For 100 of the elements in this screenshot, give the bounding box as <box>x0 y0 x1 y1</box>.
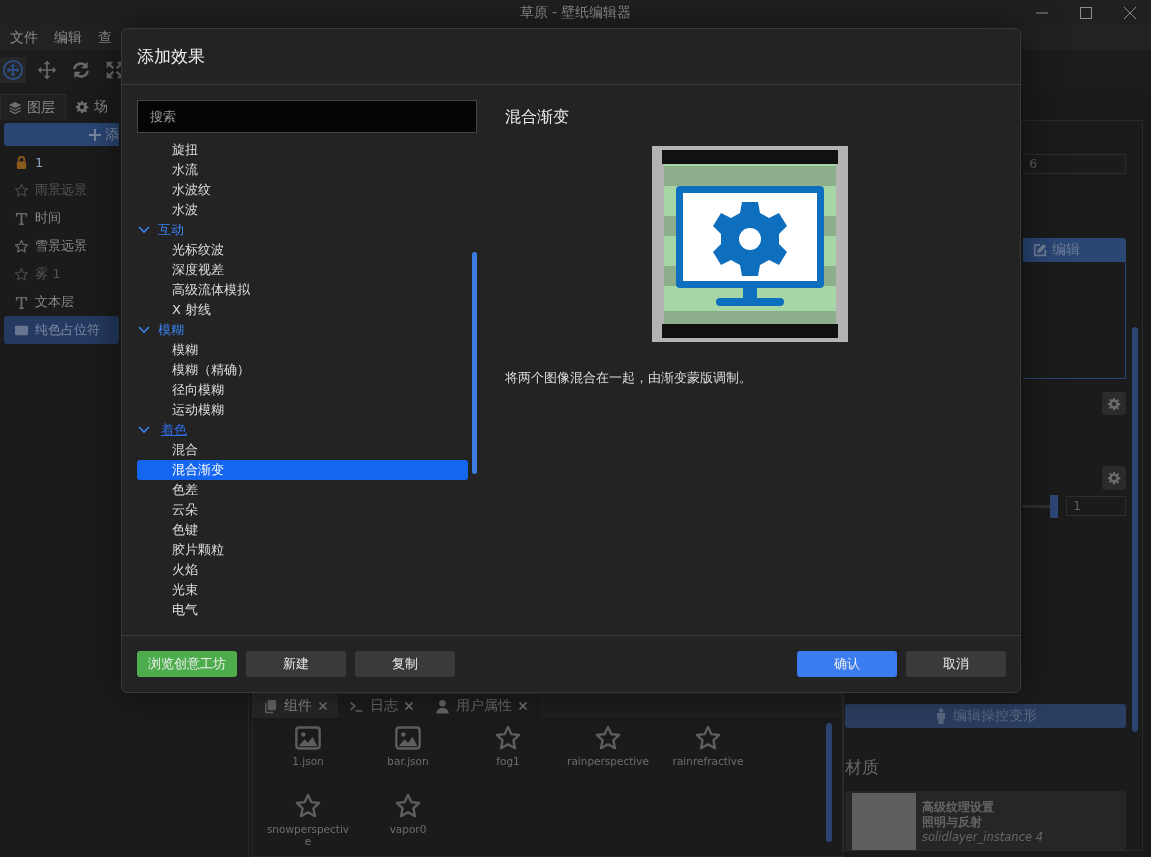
menu-item[interactable]: 文件 <box>2 29 46 47</box>
settings-button[interactable] <box>1102 466 1126 490</box>
menu-item[interactable]: 编辑 <box>46 29 90 47</box>
scrollbar[interactable] <box>472 252 477 474</box>
asset-item[interactable]: bar.json <box>358 724 458 792</box>
asset-item[interactable]: vapor0 <box>358 792 458 857</box>
layer-item[interactable]: 雪景远景 <box>4 232 119 260</box>
effect-item[interactable]: 色键 <box>137 520 468 540</box>
dialog-button[interactable]: 确认 <box>797 651 897 677</box>
dialog-button[interactable]: 复制 <box>355 651 455 677</box>
gear-icon <box>1107 471 1121 486</box>
dialog-title: 添加效果 <box>122 29 1020 85</box>
text-icon <box>14 294 29 310</box>
asset-item[interactable]: snowperspective <box>258 792 358 857</box>
material-thumbnail <box>852 793 916 850</box>
plus-icon <box>89 128 101 141</box>
dialog-button[interactable]: 新建 <box>246 651 346 677</box>
panel-tab[interactable]: 组件 <box>253 694 339 718</box>
scrollbar[interactable] <box>1132 327 1138 732</box>
star-icon <box>494 724 522 752</box>
asset-name: vapor0 <box>389 823 427 835</box>
edit-icon <box>1033 243 1047 258</box>
effect-item[interactable]: 运动模糊 <box>137 400 468 420</box>
star-icon <box>694 724 722 752</box>
effect-item[interactable]: 模糊 <box>137 340 468 360</box>
effect-item[interactable]: 云朵 <box>137 500 468 520</box>
text-icon <box>14 210 29 226</box>
copy-icon <box>263 698 278 714</box>
material-label: 高级纹理设置 <box>922 800 995 816</box>
effect-description: 将两个图像混合在一起，由渐变蒙版调制。 <box>505 370 753 387</box>
close-icon[interactable] <box>318 701 328 711</box>
effect-category[interactable]: 着色 <box>137 420 468 440</box>
asset-name: fog1 <box>496 755 520 767</box>
person-icon <box>934 708 947 725</box>
star-icon <box>594 724 622 752</box>
asset-name: rainperspective <box>567 755 649 767</box>
settings-button[interactable] <box>1102 391 1126 416</box>
layer-item[interactable]: 1 <box>4 148 119 176</box>
effect-item[interactable]: 混合渐变 <box>137 460 468 480</box>
star-icon <box>294 792 322 820</box>
effect-item[interactable]: X 射线 <box>137 300 468 320</box>
layers-icon <box>8 100 22 115</box>
asset-name: 1.json <box>292 755 324 767</box>
lock-icon <box>14 154 29 170</box>
slider-thumb[interactable] <box>1050 494 1058 518</box>
effect-item[interactable]: 深度视差 <box>137 260 468 280</box>
layer-item[interactable]: 纯色占位符 <box>4 316 119 344</box>
effect-item[interactable]: 径向模糊 <box>137 380 468 400</box>
window-title: 草原 - 壁纸编辑器 <box>519 4 632 22</box>
effect-item[interactable]: 火焰 <box>137 560 468 580</box>
effect-item[interactable]: 水流 <box>137 160 468 180</box>
gear-icon <box>1107 396 1121 411</box>
image-icon <box>394 724 422 752</box>
search-field[interactable]: 搜索 <box>137 100 477 133</box>
effect-item[interactable]: 混合 <box>137 440 468 460</box>
effect-item[interactable]: 水波纹 <box>137 180 468 200</box>
asset-name: bar.json <box>387 755 429 767</box>
effect-item[interactable]: 胶片颗粒 <box>137 540 468 560</box>
effect-item[interactable]: 电气 <box>137 600 468 620</box>
effect-item[interactable]: 旋扭 <box>137 140 468 160</box>
material-subtitle: solidlayer_instance 4 <box>922 830 1043 846</box>
layer-item[interactable]: 文本层 <box>4 288 119 316</box>
star-icon <box>394 792 422 820</box>
panel-tab[interactable]: 场 <box>68 94 118 120</box>
close-icon[interactable] <box>404 701 414 711</box>
gear-icon <box>75 100 89 114</box>
effect-item[interactable]: 光标纹波 <box>137 240 468 260</box>
maximize-icon[interactable] <box>1079 6 1093 20</box>
user-icon <box>435 698 450 714</box>
menu-item[interactable]: 查 <box>90 29 120 47</box>
panel-tab[interactable]: 图层 <box>0 94 66 120</box>
dialog-button[interactable]: 浏览创意工坊 <box>137 651 237 677</box>
effect-category[interactable]: 互动 <box>137 220 468 240</box>
asset-item[interactable]: 1.json <box>258 724 358 792</box>
star-icon <box>14 266 29 282</box>
material-card[interactable]: 高级纹理设置 照明与反射 solidlayer_instance 4 <box>845 791 1126 850</box>
chevron-icon <box>138 225 150 235</box>
section-heading: 材质 <box>845 756 880 780</box>
asset-item[interactable]: rainrefractive <box>658 724 758 792</box>
material-label: 照明与反射 <box>922 815 983 831</box>
effect-item[interactable]: 光束 <box>137 580 468 600</box>
star-icon <box>14 238 29 254</box>
close-icon[interactable] <box>518 701 528 711</box>
layer-item[interactable]: 时间 <box>4 204 119 232</box>
chevron-icon <box>138 325 150 335</box>
effect-item[interactable]: 色差 <box>137 480 468 500</box>
close-icon[interactable] <box>1123 6 1137 20</box>
dialog-button[interactable]: 取消 <box>906 651 1006 677</box>
asset-item[interactable]: fog1 <box>458 724 558 792</box>
effect-item[interactable]: 水波 <box>137 200 468 220</box>
effect-category[interactable]: 模糊 <box>137 320 468 340</box>
effect-item[interactable]: 模糊（精确） <box>137 360 468 380</box>
chevron-icon <box>138 425 150 435</box>
move-tool-button[interactable] <box>0 57 26 83</box>
asset-item[interactable]: rainperspective <box>558 724 658 792</box>
effect-item[interactable]: 高级流体模拟 <box>137 280 468 300</box>
asset-name: rainrefractive <box>672 755 744 767</box>
star-icon <box>14 182 29 198</box>
scrollbar[interactable] <box>826 723 832 842</box>
effect-title: 混合渐变 <box>505 107 570 128</box>
